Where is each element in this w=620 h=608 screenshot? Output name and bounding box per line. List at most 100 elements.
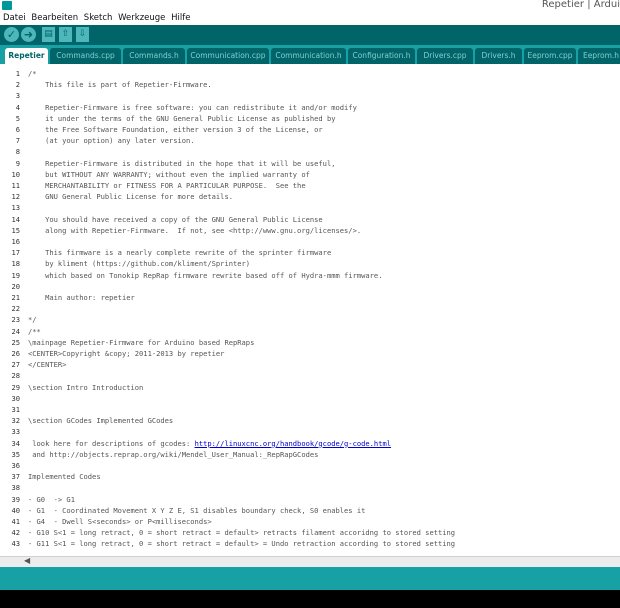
line-number: 39 [11, 494, 20, 504]
code-text-content: \section Intro Introduction [28, 382, 144, 392]
line-number: 40 [11, 505, 20, 515]
line-number: 29 [11, 382, 20, 392]
code-text-content: /* [28, 69, 37, 78]
line-number: 9 [15, 158, 20, 168]
code-text: Main author: repetier [28, 292, 135, 303]
menu-bearbeiten[interactable]: Bearbeiten [28, 12, 78, 23]
line-number: 20 [11, 281, 20, 291]
code-text: This firmware is a nearly complete rewri… [28, 247, 331, 258]
line-number: 31 [11, 405, 20, 414]
code-text-content: Repetier-Firmware is free software: you … [28, 102, 357, 112]
code-text: by kliment (https://github.com/kliment/S… [28, 258, 250, 269]
code-editor[interactable]: 1 /* 2 This file is part of Repetier-Firmw… [0, 64, 620, 556]
line-number: 21 [11, 293, 20, 302]
tab-drivers-h[interactable]: Drivers.h [475, 48, 522, 64]
toolbar: ✓ ➜ ▤ ⇧ ⇩ [0, 25, 620, 45]
check-icon[interactable]: ✓ [4, 27, 19, 42]
code-text-content: <CENTER>Copyright &copy; 2011-2013 by re… [28, 349, 225, 358]
title-bar: Repetier | Ardui [0, 0, 620, 12]
code-text: - G1 - Coordinated Movement X Y Z E, S1 … [28, 505, 365, 516]
line-number: 15 [11, 225, 20, 235]
code-text-content: \mainpage Repetier-Firmware for Arduino … [28, 337, 255, 347]
code-text-content: which based on Tonokip RepRap firmware r… [28, 270, 383, 280]
code-text-content: Implemented Codes [28, 472, 101, 482]
line-number: 12 [11, 192, 20, 202]
tab-commands-h[interactable]: Commands.h [123, 48, 185, 64]
code-text: (at your option) any later version. [28, 135, 195, 146]
code-text: <CENTER>Copyright &copy; 2011-2013 by re… [28, 348, 224, 359]
code-text-content: Main author: repetier [28, 293, 135, 302]
line-number: 27 [11, 360, 20, 370]
code-text-content: </CENTER> [28, 360, 67, 370]
scroll-left-icon[interactable]: ◀ [24, 556, 30, 565]
tab-communication-h[interactable]: Communication.h [271, 48, 346, 64]
line-number: 32 [11, 416, 20, 426]
line-number: 33 [11, 427, 20, 437]
line-number: 41 [11, 517, 20, 526]
code-text-content: MERCHANTABILITY or FITNESS FOR A PARTICU… [28, 181, 306, 190]
tab-repetier[interactable]: Repetier [5, 48, 48, 64]
code-text: - G11 S<1 = long retract, 0 = short retr… [28, 538, 455, 549]
arrow-down-icon[interactable]: ⇩ [76, 27, 89, 42]
tab-bar: Repetier Commands.cpp Commands.h Communi… [0, 45, 620, 64]
code-text: Repetier-Firmware is free software: you … [28, 102, 357, 113]
code-text: - G10 S<1 = long retract, 0 = short retr… [28, 527, 455, 538]
code-text: - G4 - Dwell S<seconds> or P<millisecond… [28, 516, 212, 527]
code-text-content: GNU General Public License for more deta… [28, 192, 233, 202]
code-text-content: (at your option) any later version. [28, 136, 195, 146]
code-text: \mainpage Repetier-Firmware for Arduino … [28, 337, 254, 348]
line-number: 18 [11, 259, 20, 269]
code-text-content: - G0 -> G1 [28, 494, 75, 504]
tab-configuration-h[interactable]: Configuration.h [348, 48, 415, 64]
window-title: Repetier | Ardui [541, 0, 620, 10]
code-text: GNU General Public License for more deta… [28, 191, 233, 202]
tab-eeprom-cpp[interactable]: Eeprom.cpp [524, 48, 576, 64]
tab-commands-cpp[interactable]: Commands.cpp [50, 48, 121, 64]
menu-werkzeuge[interactable]: Werkzeuge [115, 12, 165, 23]
code-text: /* [28, 68, 37, 79]
line-number: 5 [15, 113, 20, 123]
new-file-icon[interactable]: ▤ [42, 27, 55, 42]
line-number: 11 [11, 181, 20, 190]
code-text: /** [28, 326, 41, 337]
arrow-up-icon[interactable]: ⇧ [59, 27, 72, 42]
code-text-content: /** [28, 326, 41, 336]
code-text-content: You should have received a copy of the G… [28, 214, 323, 224]
code-text: This file is part of Repetier-Firmware. [28, 79, 212, 90]
code-text-content: This firmware is a nearly complete rewri… [28, 248, 332, 258]
status-bar [0, 567, 620, 590]
arrow-right-icon[interactable]: ➜ [21, 27, 36, 42]
code-text: along with Repetier-Firmware. If not, se… [28, 225, 361, 236]
line-number: 7 [15, 136, 20, 146]
menu-datei[interactable]: Datei [0, 12, 26, 23]
line-number: 36 [11, 461, 20, 470]
code-text-content: */ [28, 315, 37, 325]
tab-drivers-cpp[interactable]: Drivers.cpp [417, 48, 473, 64]
code-text-content: look here for descriptions of gcodes: [28, 438, 195, 448]
line-number: 17 [11, 248, 20, 258]
line-number: 43 [11, 539, 20, 549]
menu-bar: Datei Bearbeiten Sketch Werkzeuge Hilfe [0, 12, 620, 25]
code-text-content: - G1 - Coordinated Movement X Y Z E, S1 … [28, 505, 366, 515]
code-link[interactable]: http://linuxcnc.org/handbook/gcode/g-cod… [195, 439, 391, 448]
line-number: 14 [11, 214, 20, 224]
code-text: the Free Software Foundation, either ver… [28, 124, 323, 135]
line-number: 13 [11, 203, 20, 213]
code-text: You should have received a copy of the G… [28, 214, 323, 225]
line-number: 42 [11, 528, 20, 538]
tab-eeprom-h[interactable]: Eeprom.h [578, 48, 620, 64]
code-text: it under the terms of the GNU General Pu… [28, 113, 335, 124]
menu-sketch[interactable]: Sketch [81, 12, 113, 23]
line-number: 3 [15, 91, 20, 101]
line-number: 26 [11, 349, 20, 358]
code-text-content: along with Repetier-Firmware. If not, se… [28, 225, 362, 235]
code-text-content: - G4 - Dwell S<seconds> or P<millisecond… [28, 517, 212, 526]
menu-hilfe[interactable]: Hilfe [168, 12, 190, 23]
code-text: \section Intro Introduction [28, 382, 143, 393]
code-text: Implemented Codes [28, 471, 101, 482]
code-text-content: the Free Software Foundation, either ver… [28, 125, 323, 134]
tab-communication-cpp[interactable]: Communication.cpp [187, 48, 269, 64]
line-number: 10 [11, 169, 20, 179]
code-text-content: but WITHOUT ANY WARRANTY; without even t… [28, 169, 310, 179]
line-number: 8 [15, 147, 20, 157]
